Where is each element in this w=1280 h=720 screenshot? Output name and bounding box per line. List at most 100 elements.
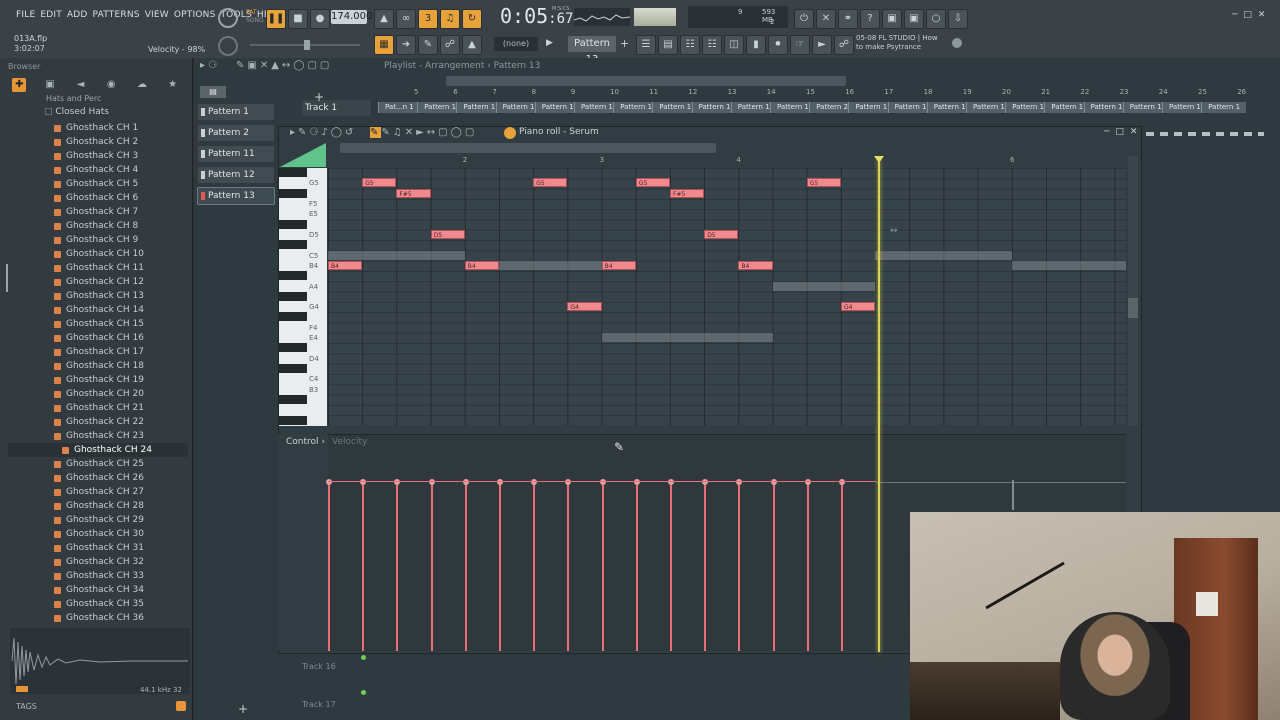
black-key[interactable]	[279, 168, 307, 177]
cpu-icon[interactable]: ⏻	[794, 9, 814, 29]
playlist-icon[interactable]: ☰	[636, 35, 656, 55]
chat-icon[interactable]: ○	[926, 9, 946, 29]
piano-roll-scrollbar[interactable]	[340, 143, 716, 153]
velocity-bar[interactable]	[599, 479, 606, 651]
black-key[interactable]	[279, 395, 307, 405]
browser-file[interactable]: Ghosthack CH 19	[8, 373, 188, 387]
browser-file[interactable]: Ghosthack CH 20	[8, 387, 188, 401]
piano-roll-toolbar-icon[interactable]: ▸✎⚆♪◯↺	[290, 127, 356, 138]
browser-icon[interactable]: ◫	[724, 35, 744, 55]
note[interactable]: F#5	[670, 188, 705, 198]
playlist-ruler[interactable]: 5 6 7 8 9 10 11 12 13 14 15 16 17 18 19 20 21 22 23 24 25 26	[370, 88, 1264, 100]
playlist-tools-icon[interactable]: ✎▣✕▲↔◯▢▢	[236, 60, 332, 71]
velocity-bar[interactable]	[531, 479, 538, 651]
browser-file[interactable]: Ghosthack CH 34	[8, 583, 188, 597]
mixer-icon[interactable]: ☷	[702, 35, 722, 55]
browser-db-icon[interactable]: ◉	[104, 78, 118, 92]
black-key[interactable]	[279, 364, 307, 374]
cut-icon[interactable]: ✕	[816, 9, 836, 29]
browser-file[interactable]: Ghosthack CH 6	[8, 191, 188, 205]
slider-handle[interactable]	[304, 40, 310, 50]
control-label[interactable]: Control ›	[286, 437, 325, 447]
wait-input-icon[interactable]: ∞	[396, 9, 416, 29]
countdown-icon[interactable]: 3	[418, 9, 438, 29]
browser-file[interactable]: Ghosthack CH 5	[8, 177, 188, 191]
browser-files-icon[interactable]: ▣	[43, 78, 57, 92]
snap-select[interactable]: (none)	[494, 37, 538, 51]
black-key[interactable]	[279, 219, 307, 229]
velocity-bar[interactable]	[770, 479, 777, 651]
playlist-snap-icon[interactable]: ⚆	[208, 60, 217, 71]
black-key[interactable]	[279, 343, 307, 353]
add-icon[interactable]: +	[238, 702, 248, 716]
globe-icon[interactable]	[952, 38, 962, 48]
pattern-item[interactable]: Pattern 13	[197, 187, 275, 205]
note[interactable]: B4	[738, 260, 773, 270]
piano-roll-vscroll-thumb[interactable]	[1128, 298, 1138, 318]
browser-file[interactable]: Ghosthack CH 1	[8, 121, 188, 135]
note-grid[interactable]: B4 G5 F#5 D5 B4 G5 G4 B4 G5 F#5 D5 B4 G5 G4	[328, 168, 1126, 426]
stop-button[interactable]: ■	[288, 9, 308, 29]
track-1-header[interactable]: Track 1	[302, 100, 371, 116]
browser-file[interactable]: Ghosthack CH 26	[8, 471, 188, 485]
playhead[interactable]	[878, 160, 880, 652]
browser-star-icon[interactable]: ★	[166, 78, 180, 92]
browser-file[interactable]: Ghosthack CH 33	[8, 569, 188, 583]
add-pattern-icon[interactable]: +	[620, 37, 629, 50]
snap-magnet-icon[interactable]: ▦	[374, 35, 394, 55]
browser-file[interactable]: Ghosthack CH 23	[8, 429, 188, 443]
browser-file[interactable]: Ghosthack CH 7	[8, 205, 188, 219]
browser-file[interactable]: Ghosthack CH 24	[8, 443, 188, 457]
black-key[interactable]	[279, 415, 307, 425]
piano-roll-ruler[interactable]: 2 3 4 6	[328, 156, 1126, 166]
browser-file[interactable]: Ghosthack CH 18	[8, 359, 188, 373]
browser-file[interactable]: Ghosthack CH 30	[8, 527, 188, 541]
browser-file[interactable]: Ghosthack CH 13	[8, 289, 188, 303]
record-button[interactable]: ●	[310, 9, 330, 29]
download-icon[interactable]: ⇩	[948, 9, 968, 29]
pattern-select[interactable]: Pattern 13	[568, 36, 616, 65]
velocity-bar[interactable]	[565, 479, 572, 651]
browser-all-icon[interactable]: ✚	[12, 78, 27, 92]
pat-song-toggle[interactable]: PAT SONG	[246, 9, 264, 25]
note[interactable]: B4	[464, 260, 499, 270]
note[interactable]: D5	[704, 229, 739, 239]
browser-file[interactable]: Ghosthack CH 2	[8, 135, 188, 149]
black-key[interactable]	[279, 291, 307, 301]
black-key[interactable]	[279, 188, 307, 198]
velocity-bar[interactable]	[633, 479, 640, 651]
pattern-item[interactable]: Pattern 2	[198, 125, 274, 141]
black-key[interactable]	[279, 240, 307, 250]
menu-options[interactable]: OPTIONS	[174, 10, 216, 20]
browser-file[interactable]: Ghosthack CH 11	[8, 261, 188, 275]
velocity-bar[interactable]	[736, 479, 743, 651]
plugin-picker-icon[interactable]: ⚫	[768, 35, 788, 55]
track-16-header[interactable]: Track 16	[302, 662, 368, 678]
blend-notes-icon[interactable]: ♫	[440, 9, 460, 29]
note[interactable]: G4	[567, 302, 602, 312]
track-17-led-icon[interactable]	[361, 690, 366, 695]
note[interactable]: D5	[430, 229, 465, 239]
velocity-bar[interactable]	[497, 479, 503, 651]
browser-folder-closed-hats[interactable]: □ Closed Hats	[8, 107, 224, 117]
piano-icon[interactable]: ▤	[200, 86, 226, 98]
browser-file[interactable]: Ghosthack CH 12	[8, 275, 188, 289]
playhead-marker-icon[interactable]	[874, 156, 884, 163]
play-pattern-icon[interactable]: ▶	[546, 38, 553, 48]
browser-file[interactable]: Ghosthack CH 15	[8, 317, 188, 331]
arrow-icon[interactable]: ➜	[396, 35, 416, 55]
master-volume-knob-icon[interactable]	[218, 8, 238, 28]
browser-file[interactable]: Ghosthack CH 14	[8, 303, 188, 317]
browser-file[interactable]: Ghosthack CH 32	[8, 555, 188, 569]
note[interactable]: G5	[635, 178, 670, 188]
note[interactable]: G5	[533, 178, 568, 188]
note[interactable]: G5	[362, 178, 397, 188]
menu-patterns[interactable]: PATTERNS	[93, 10, 140, 20]
piano-keyboard[interactable]: G5 F5 E5 D5 C5 B4 A4 G4 F4 E4 D4 C4 B3	[279, 168, 327, 426]
browser-file[interactable]: Ghosthack CH 35	[8, 597, 188, 611]
velocity-bar[interactable]	[804, 479, 811, 651]
pattern-item[interactable]: Pattern 11	[198, 146, 274, 162]
playlist-scrollbar[interactable]	[446, 76, 846, 86]
playlist-menu-icon[interactable]: ▸	[200, 60, 208, 71]
shop-icon[interactable]: ☍	[834, 35, 854, 55]
